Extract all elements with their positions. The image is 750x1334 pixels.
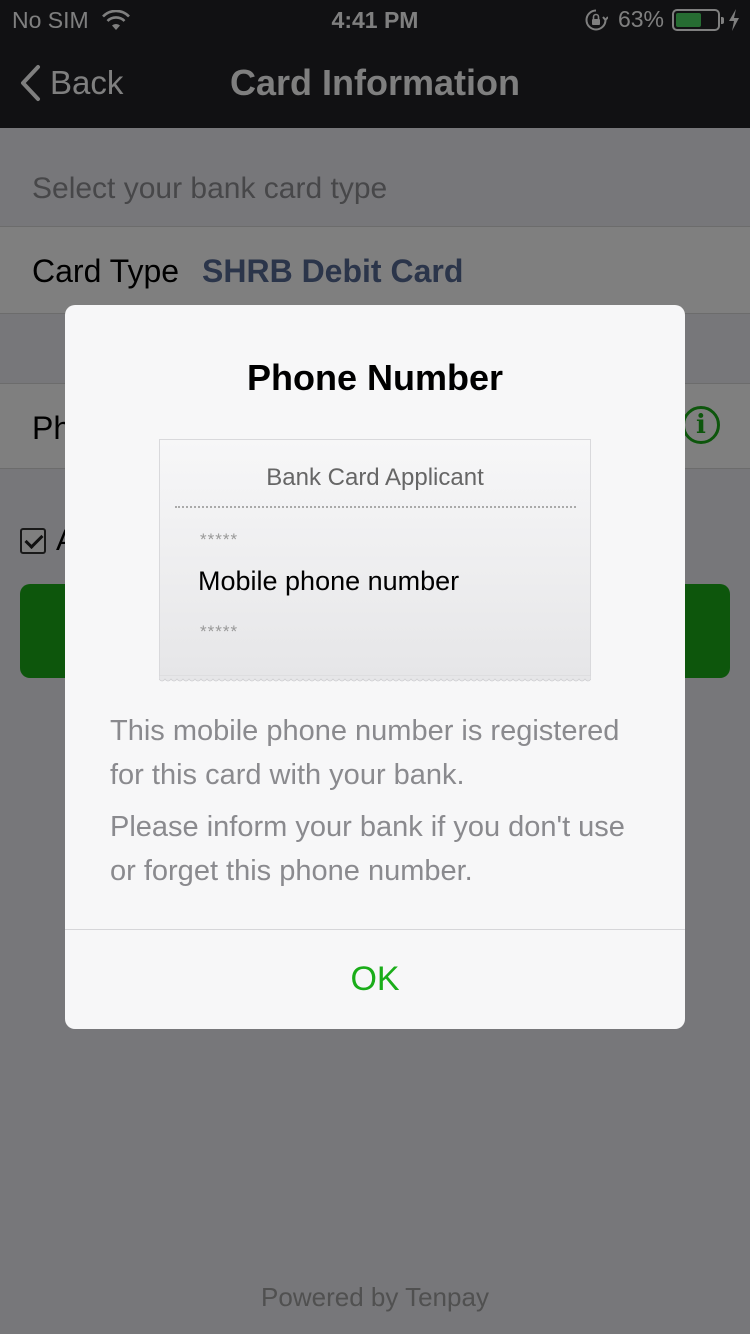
masked-text-bottom: *****: [200, 622, 239, 641]
receipt-torn-edge: [159, 675, 591, 682]
ok-button[interactable]: OK: [65, 930, 685, 1029]
masked-text-top: *****: [200, 530, 239, 549]
receipt-phone-label: Mobile phone number: [198, 566, 460, 596]
phone-number-dialog: Phone Number Bank Card Applicant ***** M…: [65, 305, 685, 1029]
receipt-divider: [175, 506, 576, 508]
receipt-illustration: Bank Card Applicant ***** Mobile phone n…: [159, 439, 591, 682]
dialog-title: Phone Number: [246, 357, 504, 398]
dialog-message-1: This mobile phone number is registered f…: [110, 715, 620, 791]
receipt-header: Bank Card Applicant: [266, 464, 484, 491]
dialog-message-2: Please inform your bank if you don't use…: [110, 811, 625, 887]
